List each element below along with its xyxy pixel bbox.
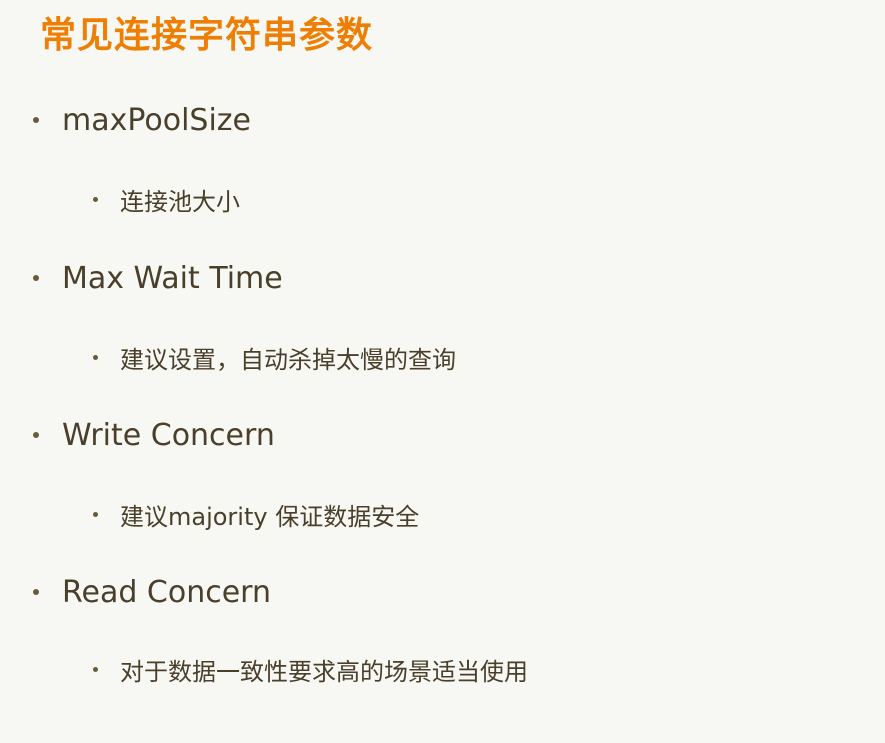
sub-list-item: 对于数据一致性要求高的场景适当使用 bbox=[93, 652, 528, 686]
list-item-label: maxPoolSize bbox=[62, 102, 252, 138]
list-item: Write Concern bbox=[33, 415, 275, 455]
sub-list-item: 建议设置，自动杀掉太慢的查询 bbox=[93, 340, 456, 374]
sub-list-item: 建议majority 保证数据安全 bbox=[93, 497, 419, 531]
sub-list-item-label: 连接池大小 bbox=[120, 187, 240, 216]
sub-list-item: 连接池大小 bbox=[93, 182, 240, 216]
list-item: maxPoolSize bbox=[33, 100, 251, 140]
bullet-dot-icon bbox=[33, 117, 39, 123]
bullet-dot-icon bbox=[33, 432, 39, 438]
bullet-dot-icon bbox=[93, 354, 98, 360]
list-item-label: Read Concern bbox=[62, 574, 272, 610]
list-item: Read Concern bbox=[33, 572, 271, 612]
sub-list-item-label: 对于数据一致性要求高的场景适当使用 bbox=[120, 657, 528, 686]
list-item: Max Wait Time bbox=[33, 258, 283, 298]
sub-list-item-label: 建议设置，自动杀掉太慢的查询 bbox=[120, 345, 456, 374]
bullet-list: maxPoolSize 连接池大小 Max Wait Time 建议设置，自动杀… bbox=[0, 0, 885, 743]
bullet-dot-icon bbox=[93, 196, 98, 202]
list-item-label: Max Wait Time bbox=[62, 260, 283, 296]
sub-list-item-label: 建议majority 保证数据安全 bbox=[120, 502, 420, 531]
bullet-dot-icon bbox=[93, 511, 98, 517]
bullet-dot-icon bbox=[33, 589, 39, 595]
list-item-label: Write Concern bbox=[62, 417, 275, 453]
bullet-dot-icon bbox=[33, 275, 39, 281]
bullet-dot-icon bbox=[93, 666, 98, 672]
